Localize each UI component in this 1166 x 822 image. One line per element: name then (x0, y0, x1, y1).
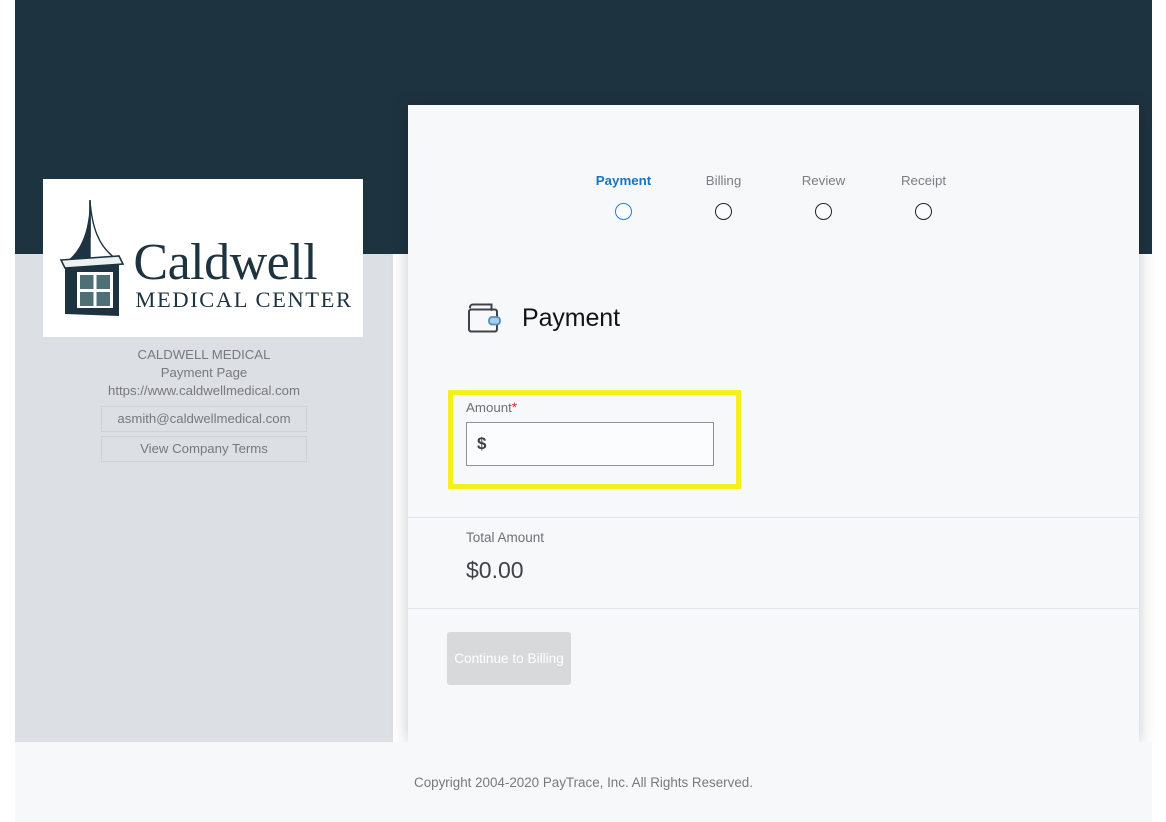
step-review-dot (815, 203, 832, 220)
payment-section-header: Payment (466, 301, 620, 335)
divider-above-total (408, 517, 1139, 518)
cupola-building-icon (60, 200, 125, 316)
view-company-terms-button[interactable]: View Company Terms (101, 436, 307, 462)
merchant-name: CALDWELL MEDICAL (137, 347, 271, 362)
required-asterisk: * (511, 400, 518, 415)
merchant-sidebar: Caldwell MEDICAL CENTER CALDWELL MEDICAL… (15, 179, 393, 742)
step-receipt-label: Receipt (900, 173, 947, 188)
amount-input[interactable] (466, 422, 714, 466)
divider-above-button (408, 608, 1139, 609)
step-payment-dot (615, 203, 632, 220)
step-receipt[interactable]: Receipt (874, 173, 974, 220)
step-billing[interactable]: Billing (674, 173, 774, 220)
step-billing-label: Billing (705, 173, 742, 188)
page-title: Payment (522, 303, 620, 332)
logo-brand-subtitle: MEDICAL CENTER (135, 287, 353, 313)
step-receipt-dot (915, 203, 932, 220)
total-amount-value: $0.00 (466, 557, 524, 583)
payment-page: Caldwell MEDICAL CENTER CALDWELL MEDICAL… (0, 0, 1166, 822)
page-footer: Copyright 2004-2020 PayTrace, Inc. All R… (15, 742, 1152, 822)
merchant-logo-card: Caldwell MEDICAL CENTER (43, 179, 363, 337)
merchant-website: https://www.caldwellmedical.com (107, 383, 301, 398)
step-billing-dot (715, 203, 732, 220)
wallet-icon (468, 303, 501, 333)
step-review[interactable]: Review (774, 173, 874, 220)
payment-card: Payment Billing Review Receipt Payment A… (408, 105, 1139, 742)
step-review-label: Review (801, 173, 846, 188)
checkout-stepper: Payment Billing Review Receipt (408, 173, 1139, 220)
logo-brand-name: Caldwell (133, 233, 318, 291)
amount-field-group: Amount* (466, 400, 714, 466)
step-payment-label: Payment (595, 173, 652, 188)
total-amount-label: Total Amount (466, 530, 545, 545)
merchant-email-button[interactable]: asmith@caldwellmedical.com (101, 406, 307, 432)
merchant-info: CALDWELL MEDICAL Payment Page https://ww… (15, 346, 393, 400)
copyright-text: Copyright 2004-2020 PayTrace, Inc. All R… (414, 775, 753, 790)
continue-to-billing-button[interactable]: Continue to Billing (447, 632, 571, 685)
merchant-page-name: Payment Page (160, 365, 248, 380)
amount-label-text: Amount (466, 400, 512, 415)
amount-label: Amount* (466, 400, 714, 416)
step-payment[interactable]: Payment (574, 173, 674, 220)
